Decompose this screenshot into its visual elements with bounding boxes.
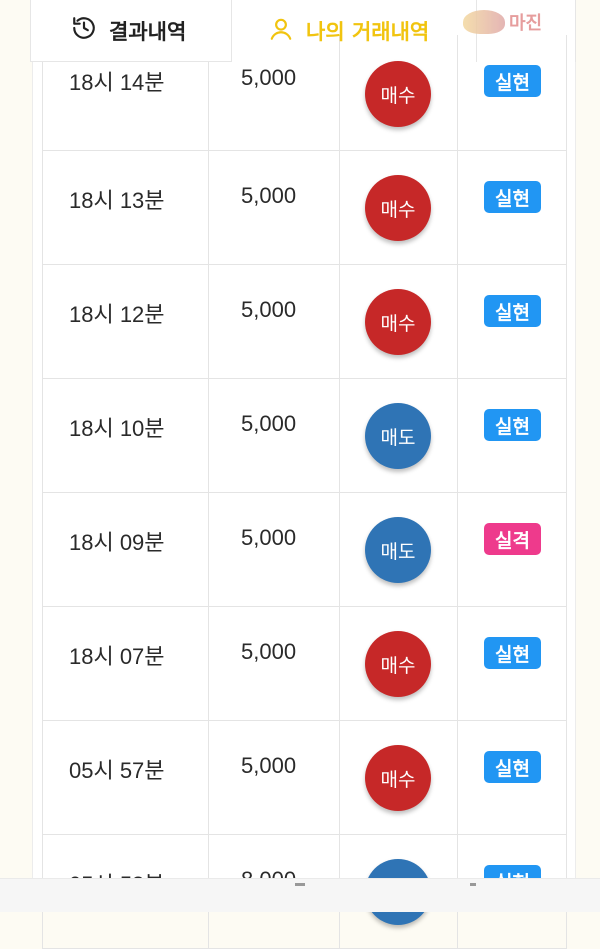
buy-badge: 매수 — [365, 631, 431, 697]
trade-time: 05시 57분 — [69, 758, 165, 783]
table-row: 18시 09분 5,000 매도 실격 — [43, 493, 566, 607]
trade-history-table: 18시 14분 5,000 매수 실현 18시 13분 5,000 매수 실현 … — [42, 35, 567, 949]
trade-time: 18시 07분 — [69, 644, 165, 669]
bottom-bar — [0, 878, 600, 912]
trade-amount: 5,000 — [241, 525, 297, 550]
trade-amount: 5,000 — [241, 639, 297, 664]
history-icon — [71, 15, 97, 46]
result-badge: 실현 — [484, 409, 541, 441]
trade-amount: 5,000 — [241, 65, 297, 90]
trade-amount: 5,000 — [241, 411, 297, 436]
trade-time: 18시 13분 — [69, 188, 165, 213]
trade-amount: 5,000 — [241, 753, 297, 778]
tab-label: 결과내역 — [109, 19, 187, 44]
result-badge: 실현 — [484, 751, 541, 783]
result-badge: 실현 — [484, 295, 541, 327]
result-badge: 실현 — [484, 181, 541, 213]
table-row: 18시 10분 5,000 매도 실현 — [43, 379, 566, 493]
trade-time: 18시 10분 — [69, 416, 165, 441]
table-row: 18시 07분 5,000 매수 실현 — [43, 607, 566, 721]
logo-text: 마진 — [509, 13, 543, 34]
tab-results-history[interactable]: 결과내역 — [30, 0, 232, 62]
result-badge: 실현 — [484, 637, 541, 669]
buy-badge: 매수 — [365, 289, 431, 355]
buy-badge: 매수 — [365, 175, 431, 241]
result-badge: 실현 — [484, 65, 541, 97]
sell-badge: 매도 — [365, 517, 431, 583]
table-row: 18시 12분 5,000 매수 실현 — [43, 265, 566, 379]
sell-badge: 매도 — [365, 403, 431, 469]
user-icon — [268, 16, 294, 47]
buy-badge: 매수 — [365, 745, 431, 811]
result-badge: 실격 — [484, 523, 541, 555]
trade-time: 18시 09분 — [69, 530, 165, 555]
tab-label: 나의 거래내역 — [306, 20, 430, 44]
tab-my-trades[interactable]: 나의 거래내역 — [232, 0, 476, 62]
table-row: 18시 13분 5,000 매수 실현 — [43, 151, 566, 265]
buy-badge: 매수 — [365, 61, 431, 127]
brand-logo: 마진 — [463, 4, 573, 40]
trade-time: 18시 14분 — [69, 70, 165, 95]
bottom-bar-mark — [295, 883, 305, 886]
trade-time: 18시 12분 — [69, 302, 165, 327]
table-row: 05시 57분 5,000 매수 실현 — [43, 721, 566, 835]
bottom-bar-mark — [470, 883, 476, 886]
trade-amount: 5,000 — [241, 183, 297, 208]
wing-icon — [463, 10, 505, 34]
trade-amount: 5,000 — [241, 297, 297, 322]
